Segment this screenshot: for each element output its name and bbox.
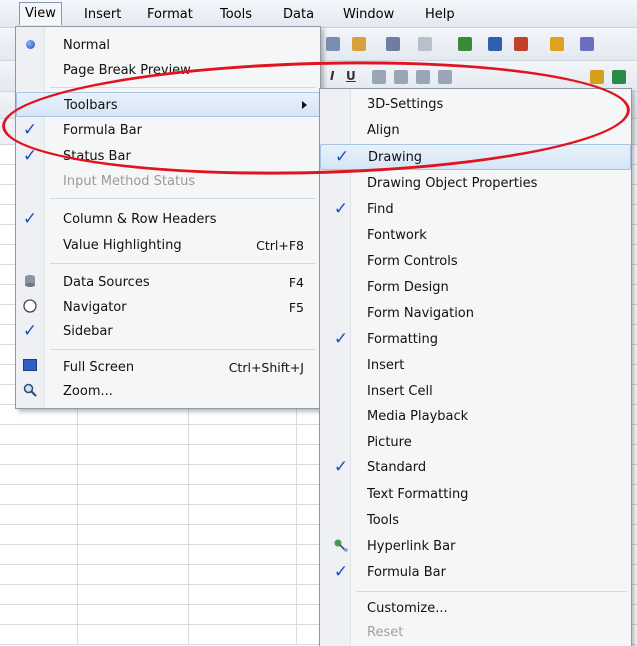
pivot-table-icon[interactable] [580,37,594,51]
checkmark-icon: ✓ [333,457,349,477]
submenu-item-formula-bar[interactable]: ✓ Formula Bar [320,560,631,586]
menu-view[interactable]: View [19,2,62,25]
menu-item-full-screen[interactable]: Full Screen Ctrl+Shift+J [16,355,320,380]
submenu-item-picture[interactable]: Picture [320,430,631,456]
checkmark-icon: ✓ [333,562,349,582]
sort-descending-icon[interactable] [514,37,528,51]
hyperlink-toolbar-icon[interactable] [458,37,472,51]
menu-item-data-sources[interactable]: Data Sources F4 [16,270,320,295]
submenu-item-text-formatting[interactable]: Text Formatting [320,482,631,508]
compass-icon [22,299,38,315]
submenu-item-insert[interactable]: Insert [320,353,631,379]
submenu-item-hyperlink-bar[interactable]: Hyperlink Bar [320,534,631,560]
submenu-item-tools[interactable]: Tools [320,508,631,534]
hyperlink-icon [332,538,350,555]
submenu-item-media-playback[interactable]: Media Playback [320,404,631,430]
checkmark-icon: ✓ [22,209,38,229]
sort-ascending-icon[interactable] [488,37,502,51]
submenu-item-reset: Reset [367,625,404,640]
menu-format[interactable]: Format [147,7,193,22]
submenu-item-standard[interactable]: ✓ Standard [320,455,631,481]
menu-insert[interactable]: Insert [84,7,121,22]
submenu-item-drawing-object-properties[interactable]: Drawing Object Properties [320,171,631,197]
submenu-item-formatting[interactable]: ✓ Formatting [320,327,631,353]
menu-item-sidebar[interactable]: ✓ Sidebar [16,319,320,344]
menu-item-normal[interactable]: Normal [16,33,320,58]
menu-item-column-row-headers[interactable]: ✓ Column & Row Headers [16,207,320,232]
percent-format-icon[interactable] [612,70,626,84]
checkmark-icon: ✓ [333,329,349,349]
clone-formatting-icon[interactable] [352,37,366,51]
menu-item-navigator[interactable]: Navigator F5 [16,295,320,320]
menu-data[interactable]: Data [283,7,314,22]
undo-icon[interactable] [386,37,400,51]
redo-icon[interactable] [418,37,432,51]
checkmark-icon: ✓ [333,199,349,219]
database-icon [22,274,38,290]
submenu-item-form-design[interactable]: Form Design [320,275,631,301]
fullscreen-icon [22,359,38,375]
paste-icon[interactable] [326,37,340,51]
menu-tools[interactable]: Tools [220,7,252,22]
currency-format-icon[interactable] [590,70,604,84]
menu-bar: View Insert Format Tools Data Window Hel… [0,0,637,28]
chart-icon[interactable] [550,37,564,51]
submenu-item-fontwork[interactable]: Fontwork [320,223,631,249]
checkmark-icon: ✓ [22,321,38,341]
magnifier-icon [22,383,38,399]
menu-help[interactable]: Help [425,7,455,22]
submenu-item-form-navigation[interactable]: Form Navigation [320,301,631,327]
menu-window[interactable]: Window [343,7,394,22]
submenu-item-customize[interactable]: Customize... [320,596,631,622]
submenu-item-form-controls[interactable]: Form Controls [320,249,631,275]
radio-dot-icon [22,37,38,53]
menu-item-value-highlighting[interactable]: Value Highlighting Ctrl+F8 [16,233,320,258]
submenu-item-insert-cell[interactable]: Insert Cell [320,379,631,405]
menu-item-zoom[interactable]: Zoom... [16,379,320,404]
submenu-item-find[interactable]: ✓ Find [320,197,631,223]
